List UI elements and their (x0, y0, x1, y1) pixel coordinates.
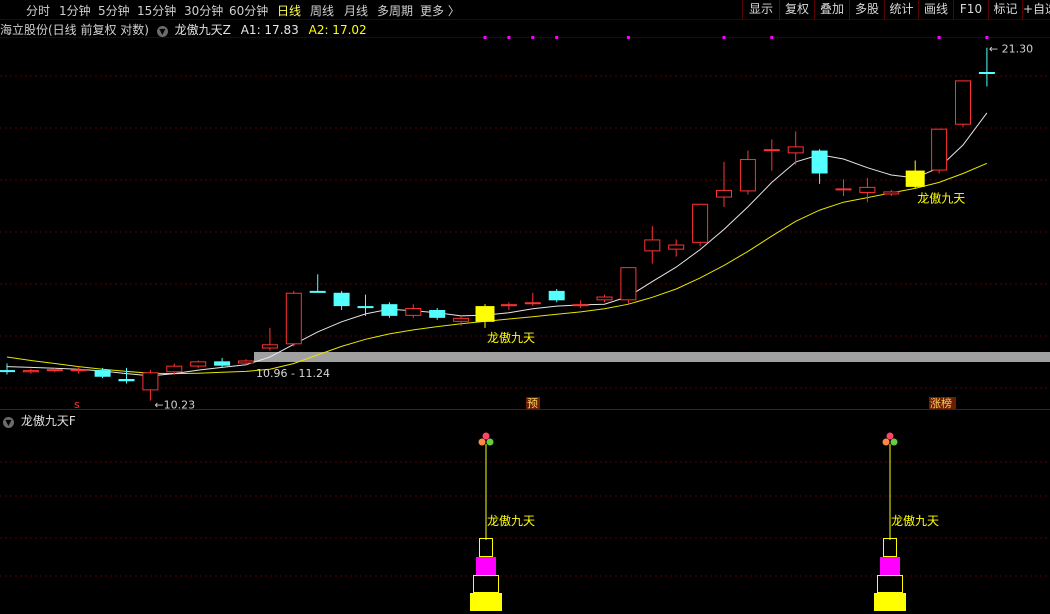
marker-limit-up: 涨榜 (930, 396, 952, 410)
signal-label: 龙傲九天 (487, 513, 535, 528)
signal-dot (722, 36, 726, 39)
candle-body (572, 304, 589, 307)
candle-body (978, 72, 995, 74)
candle-body (261, 344, 278, 349)
candle-body (548, 290, 565, 301)
flower-icon (486, 438, 494, 446)
candle-body (70, 369, 87, 372)
signal-dot (985, 36, 989, 39)
marker-forecast: 预 (527, 397, 538, 410)
candle-body (190, 361, 207, 367)
candle-body (692, 203, 709, 243)
candle-body (787, 146, 804, 154)
candle-body (859, 186, 876, 193)
candle-body (214, 361, 231, 366)
candle-body (596, 296, 613, 301)
candle-body (333, 292, 350, 307)
candle-body (46, 369, 63, 372)
candle-body (22, 370, 39, 373)
candle-body (475, 306, 495, 322)
candle-body (500, 304, 517, 307)
candle-body (931, 128, 948, 171)
signal-label: 龙傲九天 (487, 330, 535, 345)
candle-body (0, 370, 15, 373)
signal-dot (531, 36, 535, 39)
candle-body (716, 189, 732, 198)
tower-block (476, 557, 496, 575)
candle-body (883, 191, 900, 195)
tower-block (877, 575, 903, 593)
flower-icon (882, 438, 890, 446)
candle-body (620, 267, 637, 301)
flower-icon (890, 438, 898, 446)
signal-label: 龙傲九天 (917, 190, 965, 205)
candle-body (357, 306, 374, 309)
tower-block (880, 557, 900, 575)
tower-block (883, 538, 897, 557)
candle-body (644, 239, 661, 252)
signal-dot (937, 36, 941, 39)
signal-dot (507, 36, 511, 39)
candle-body (429, 309, 446, 318)
candle-body (668, 244, 685, 250)
candle-body (405, 308, 422, 316)
candle-body (811, 150, 828, 174)
candle-body (905, 170, 925, 187)
high-price-label: ← 21.30 (989, 43, 1033, 56)
candle-body (118, 379, 135, 382)
candle-body (524, 302, 541, 305)
candle-body (166, 365, 183, 373)
flower-icon (482, 432, 490, 440)
signal-label: 龙傲九天 (891, 513, 939, 528)
price-range-band (254, 352, 1050, 362)
flower-icon (478, 438, 486, 446)
signal-dot (555, 36, 559, 39)
price-range-label: 10.96 - 11.24 (256, 367, 330, 380)
signal-dot (483, 36, 487, 39)
candle-body (453, 317, 470, 322)
kline-chart[interactable]: 龙傲九天龙傲九天← 21.30←10.2310.96 - 11.24s 预涨榜龙傲… (0, 0, 1050, 614)
candle-body (309, 290, 326, 293)
tower-block (470, 593, 502, 611)
flower-icon (886, 432, 894, 440)
signal-dot (770, 36, 774, 39)
candle-body (285, 292, 302, 345)
low-price-label: ←10.23 (154, 399, 195, 412)
signal-dot (626, 36, 630, 39)
candle-body (381, 304, 398, 316)
candle-body (142, 372, 159, 391)
candle-body (763, 149, 780, 152)
tower-block (479, 538, 493, 557)
candle-body (955, 80, 971, 125)
candle-body (238, 360, 254, 364)
tower-block (874, 593, 906, 611)
tower-block (473, 575, 499, 593)
candle-body (94, 370, 111, 377)
candle-body (739, 159, 756, 192)
marker-s: s (74, 398, 80, 411)
candle-body (835, 188, 852, 191)
